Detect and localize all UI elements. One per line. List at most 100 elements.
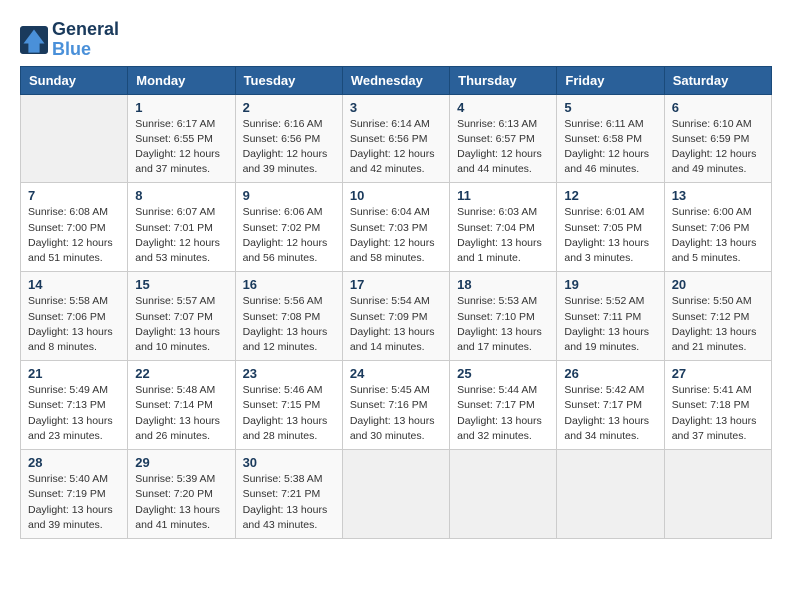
day-number: 17 — [350, 277, 442, 292]
day-number: 15 — [135, 277, 227, 292]
day-number: 21 — [28, 366, 120, 381]
day-number: 27 — [672, 366, 764, 381]
day-info: Sunrise: 5:42 AM Sunset: 7:17 PM Dayligh… — [564, 383, 656, 444]
day-number: 8 — [135, 188, 227, 203]
calendar-cell: 27Sunrise: 5:41 AM Sunset: 7:18 PM Dayli… — [664, 361, 771, 450]
column-header-sunday: Sunday — [21, 66, 128, 94]
week-row-4: 21 Sunrise: 5:49 AM Sunset: 7:13 PM Dayli… — [21, 361, 772, 450]
day-info: Sunrise: 6:03 AM Sunset: 7:04 PM Dayligh… — [457, 205, 549, 266]
column-header-monday: Monday — [128, 66, 235, 94]
column-header-saturday: Saturday — [664, 66, 771, 94]
day-info: Sunrise: 5:54 AM Sunset: 7:09 PM Dayligh… — [350, 294, 442, 355]
logo-text: General Blue — [52, 20, 119, 60]
calendar-cell: 25 Sunrise: 5:44 AM Sunset: 7:17 PM Dayli… — [450, 361, 557, 450]
day-number: 29 — [135, 455, 227, 470]
day-number: 26 — [564, 366, 656, 381]
calendar-cell: 17 Sunrise: 5:54 AM Sunset: 7:09 PM Dayli… — [342, 272, 449, 361]
calendar-cell: 18Sunrise: 5:53 AM Sunset: 7:10 PM Dayli… — [450, 272, 557, 361]
column-header-wednesday: Wednesday — [342, 66, 449, 94]
day-number: 5 — [564, 100, 656, 115]
calendar-cell: 23 Sunrise: 5:46 AM Sunset: 7:15 PM Dayli… — [235, 361, 342, 450]
day-number: 4 — [457, 100, 549, 115]
calendar-cell: 4 Sunrise: 6:13 AM Sunset: 6:57 PM Daylig… — [450, 94, 557, 183]
day-number: 7 — [28, 188, 120, 203]
day-number: 22 — [135, 366, 227, 381]
calendar-cell — [557, 450, 664, 539]
calendar-cell: 22Sunrise: 5:48 AM Sunset: 7:14 PM Dayli… — [128, 361, 235, 450]
calendar-cell: 8 Sunrise: 6:07 AM Sunset: 7:01 PM Daylig… — [128, 183, 235, 272]
calendar-cell — [664, 450, 771, 539]
day-number: 16 — [243, 277, 335, 292]
day-info: Sunrise: 6:00 AM Sunset: 7:06 PM Dayligh… — [672, 205, 764, 266]
day-number: 19 — [564, 277, 656, 292]
day-info: Sunrise: 5:45 AM Sunset: 7:16 PM Dayligh… — [350, 383, 442, 444]
day-info: Sunrise: 5:52 AM Sunset: 7:11 PM Dayligh… — [564, 294, 656, 355]
day-info: Sunrise: 6:11 AM Sunset: 6:58 PM Dayligh… — [564, 117, 656, 178]
week-row-5: 28Sunrise: 5:40 AM Sunset: 7:19 PM Dayli… — [21, 450, 772, 539]
calendar-cell: 12 Sunrise: 6:01 AM Sunset: 7:05 PM Dayli… — [557, 183, 664, 272]
day-info: Sunrise: 6:17 AM Sunset: 6:55 PM Dayligh… — [135, 117, 227, 178]
page-header: General Blue — [20, 20, 772, 60]
day-number: 12 — [564, 188, 656, 203]
calendar-table: SundayMondayTuesdayWednesdayThursdayFrid… — [20, 66, 772, 539]
day-info: Sunrise: 5:46 AM Sunset: 7:15 PM Dayligh… — [243, 383, 335, 444]
day-info: Sunrise: 6:08 AM Sunset: 7:00 PM Dayligh… — [28, 205, 120, 266]
day-info: Sunrise: 6:04 AM Sunset: 7:03 PM Dayligh… — [350, 205, 442, 266]
day-info: Sunrise: 5:58 AM Sunset: 7:06 PM Dayligh… — [28, 294, 120, 355]
logo: General Blue — [20, 20, 119, 60]
day-number: 6 — [672, 100, 764, 115]
week-row-1: 1 Sunrise: 6:17 AM Sunset: 6:55 PM Daylig… — [21, 94, 772, 183]
calendar-cell: 3 Sunrise: 6:14 AM Sunset: 6:56 PM Daylig… — [342, 94, 449, 183]
calendar-cell: 1 Sunrise: 6:17 AM Sunset: 6:55 PM Daylig… — [128, 94, 235, 183]
day-info: Sunrise: 5:50 AM Sunset: 7:12 PM Dayligh… — [672, 294, 764, 355]
calendar-cell — [450, 450, 557, 539]
calendar-cell: 6 Sunrise: 6:10 AM Sunset: 6:59 PM Daylig… — [664, 94, 771, 183]
day-info: Sunrise: 5:39 AM Sunset: 7:20 PM Dayligh… — [135, 472, 227, 533]
column-header-friday: Friday — [557, 66, 664, 94]
day-number: 25 — [457, 366, 549, 381]
calendar-header-row: SundayMondayTuesdayWednesdayThursdayFrid… — [21, 66, 772, 94]
calendar-cell: 10Sunrise: 6:04 AM Sunset: 7:03 PM Dayli… — [342, 183, 449, 272]
calendar-cell: 26 Sunrise: 5:42 AM Sunset: 7:17 PM Dayli… — [557, 361, 664, 450]
day-number: 1 — [135, 100, 227, 115]
day-info: Sunrise: 5:49 AM Sunset: 7:13 PM Dayligh… — [28, 383, 120, 444]
calendar-cell: 29 Sunrise: 5:39 AM Sunset: 7:20 PM Dayli… — [128, 450, 235, 539]
day-number: 11 — [457, 188, 549, 203]
day-info: Sunrise: 6:14 AM Sunset: 6:56 PM Dayligh… — [350, 117, 442, 178]
calendar-cell: 14 Sunrise: 5:58 AM Sunset: 7:06 PM Dayli… — [21, 272, 128, 361]
calendar-cell: 19 Sunrise: 5:52 AM Sunset: 7:11 PM Dayli… — [557, 272, 664, 361]
calendar-cell — [21, 94, 128, 183]
day-number: 14 — [28, 277, 120, 292]
day-info: Sunrise: 6:13 AM Sunset: 6:57 PM Dayligh… — [457, 117, 549, 178]
calendar-cell: 11 Sunrise: 6:03 AM Sunset: 7:04 PM Dayli… — [450, 183, 557, 272]
calendar-cell: 15Sunrise: 5:57 AM Sunset: 7:07 PM Dayli… — [128, 272, 235, 361]
day-number: 9 — [243, 188, 335, 203]
logo-icon — [20, 26, 48, 54]
day-info: Sunrise: 6:10 AM Sunset: 6:59 PM Dayligh… — [672, 117, 764, 178]
calendar-cell: 13 Sunrise: 6:00 AM Sunset: 7:06 PM Dayli… — [664, 183, 771, 272]
calendar-cell: 16 Sunrise: 5:56 AM Sunset: 7:08 PM Dayli… — [235, 272, 342, 361]
day-number: 23 — [243, 366, 335, 381]
day-info: Sunrise: 5:56 AM Sunset: 7:08 PM Dayligh… — [243, 294, 335, 355]
day-info: Sunrise: 6:16 AM Sunset: 6:56 PM Dayligh… — [243, 117, 335, 178]
day-info: Sunrise: 5:53 AM Sunset: 7:10 PM Dayligh… — [457, 294, 549, 355]
day-number: 3 — [350, 100, 442, 115]
calendar-cell: 2 Sunrise: 6:16 AM Sunset: 6:56 PM Daylig… — [235, 94, 342, 183]
column-header-tuesday: Tuesday — [235, 66, 342, 94]
day-number: 13 — [672, 188, 764, 203]
calendar-cell: 7 Sunrise: 6:08 AM Sunset: 7:00 PM Daylig… — [21, 183, 128, 272]
day-info: Sunrise: 5:44 AM Sunset: 7:17 PM Dayligh… — [457, 383, 549, 444]
week-row-3: 14 Sunrise: 5:58 AM Sunset: 7:06 PM Dayli… — [21, 272, 772, 361]
column-header-thursday: Thursday — [450, 66, 557, 94]
calendar-cell: 30Sunrise: 5:38 AM Sunset: 7:21 PM Dayli… — [235, 450, 342, 539]
calendar-cell — [342, 450, 449, 539]
day-number: 30 — [243, 455, 335, 470]
calendar-cell: 9Sunrise: 6:06 AM Sunset: 7:02 PM Daylig… — [235, 183, 342, 272]
day-info: Sunrise: 6:07 AM Sunset: 7:01 PM Dayligh… — [135, 205, 227, 266]
calendar-cell: 20 Sunrise: 5:50 AM Sunset: 7:12 PM Dayli… — [664, 272, 771, 361]
day-number: 20 — [672, 277, 764, 292]
day-info: Sunrise: 6:01 AM Sunset: 7:05 PM Dayligh… — [564, 205, 656, 266]
calendar-cell: 5 Sunrise: 6:11 AM Sunset: 6:58 PM Daylig… — [557, 94, 664, 183]
calendar-cell: 24Sunrise: 5:45 AM Sunset: 7:16 PM Dayli… — [342, 361, 449, 450]
day-number: 2 — [243, 100, 335, 115]
